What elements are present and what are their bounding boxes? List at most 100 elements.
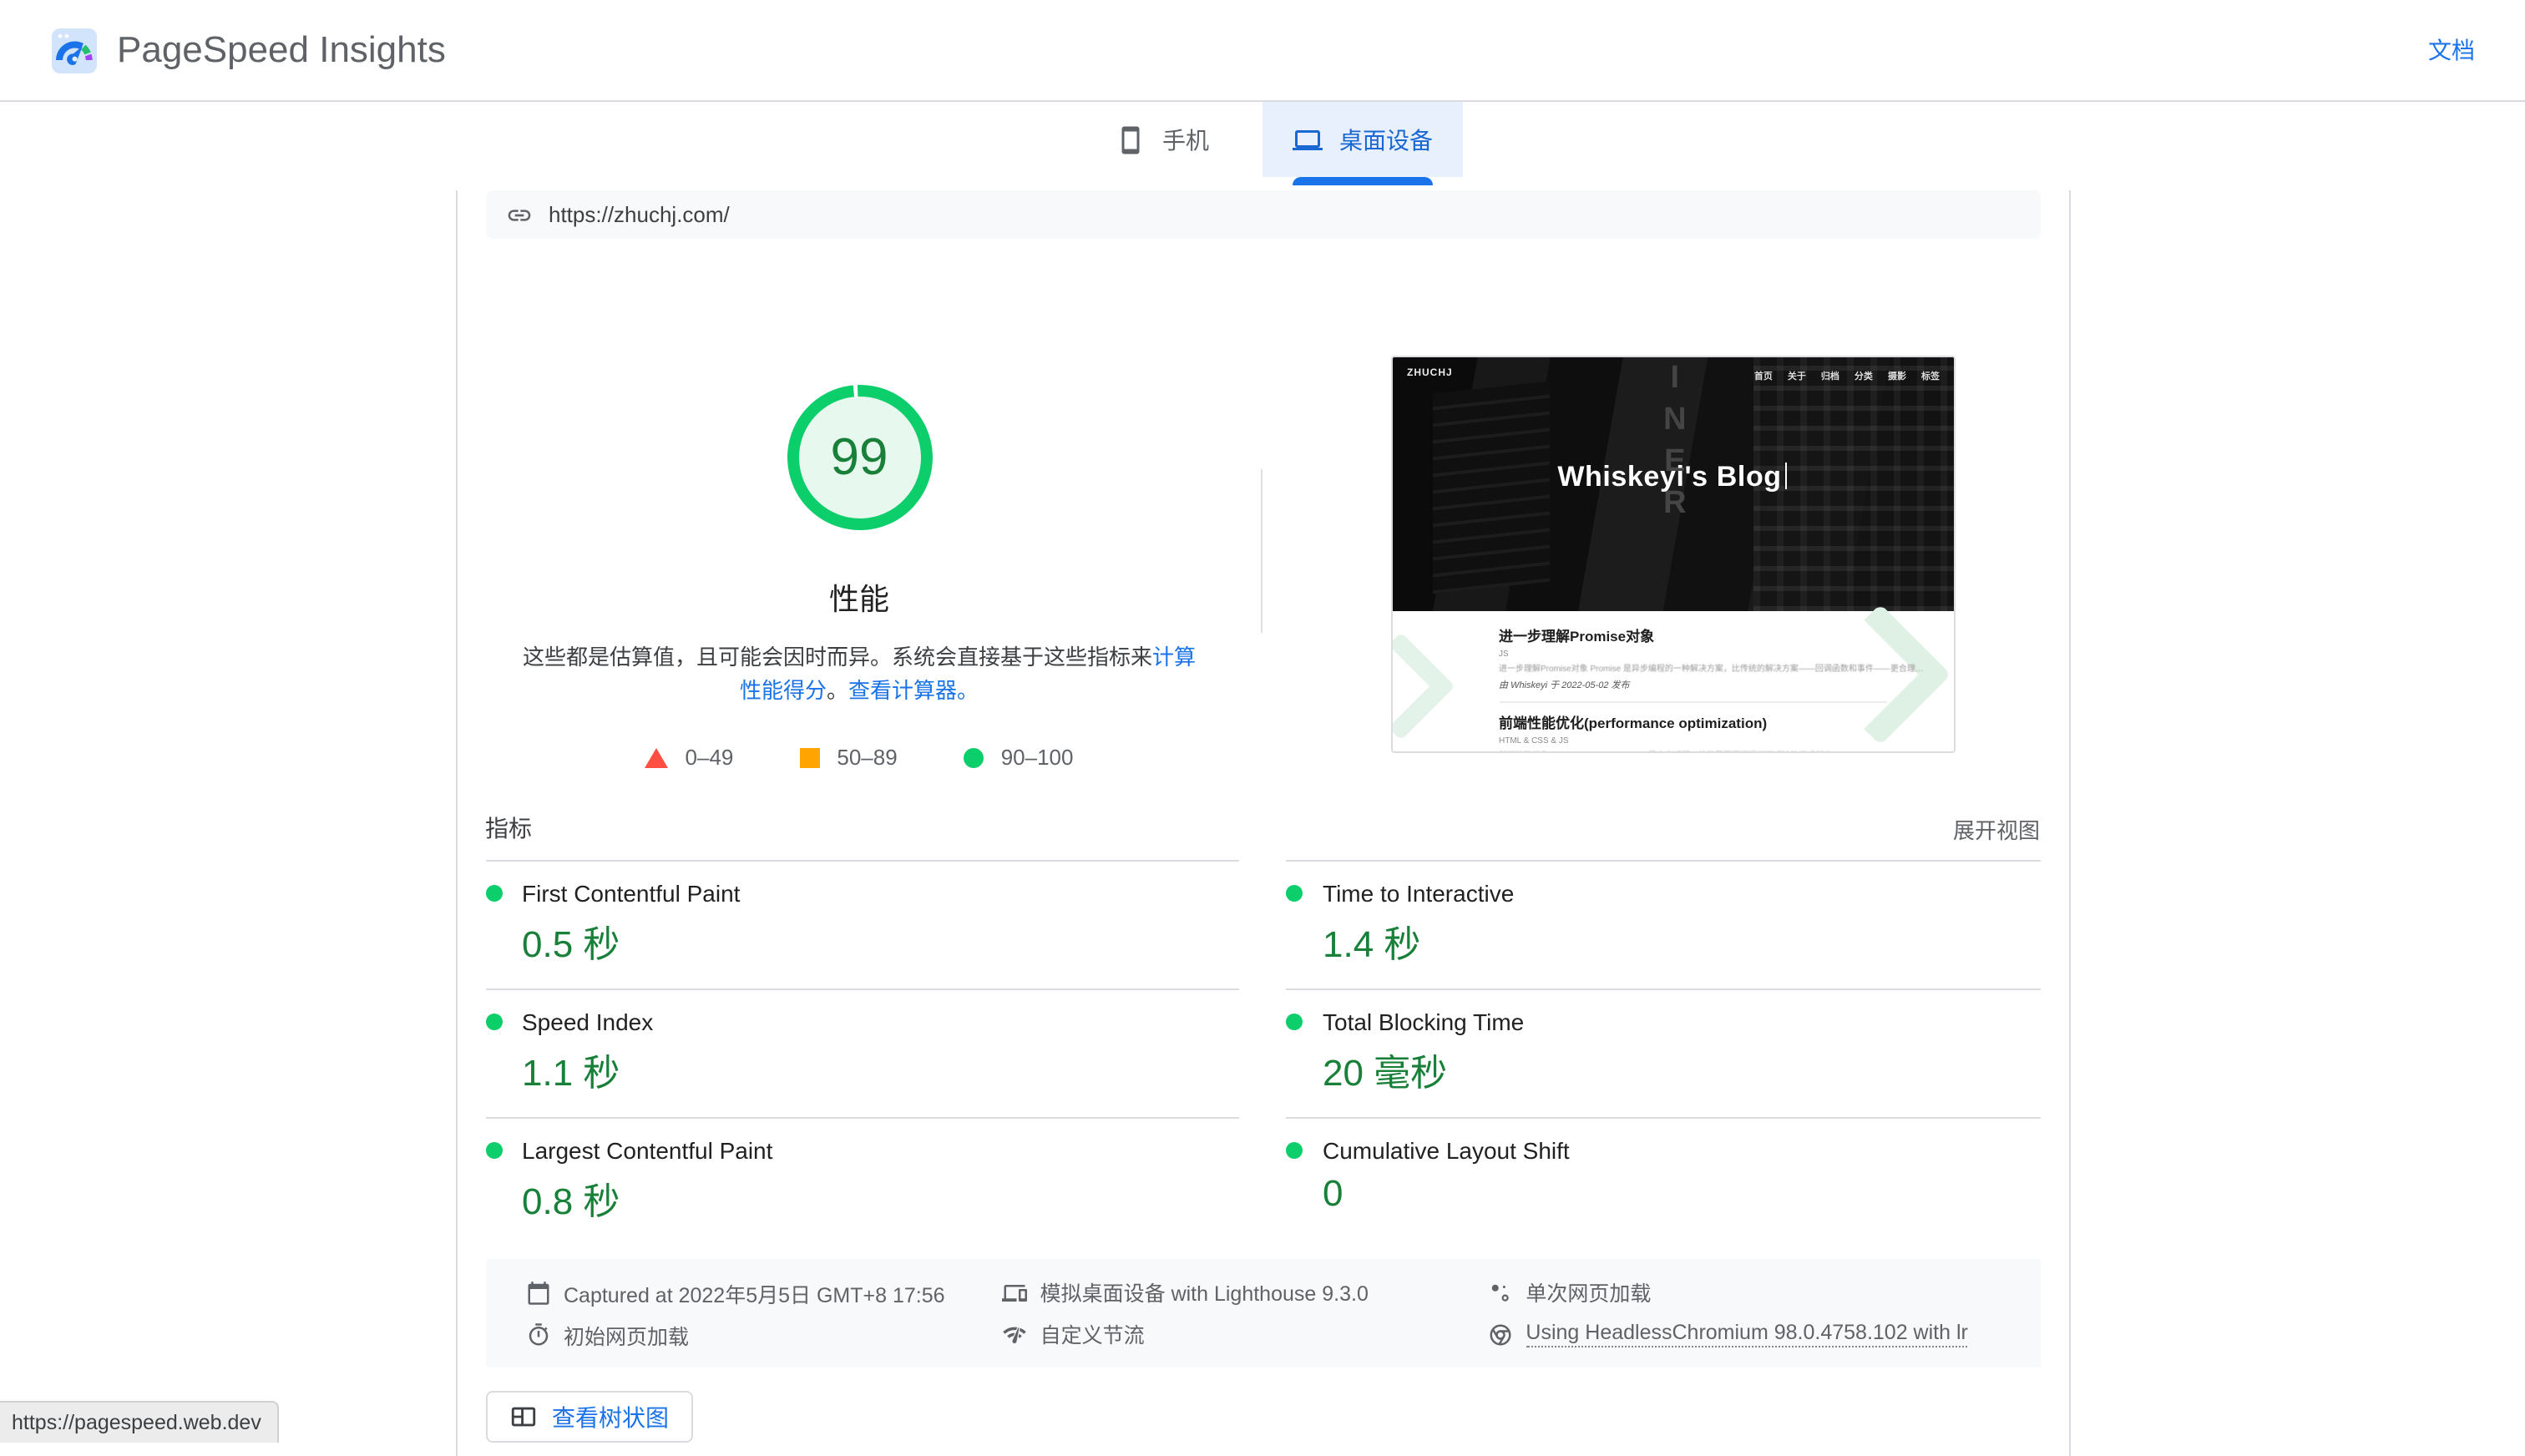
- app-header: PageSpeed Insights 文档: [0, 0, 2525, 102]
- green-ribbon-left: [1392, 631, 1455, 741]
- score-description-sep: 。: [826, 678, 848, 703]
- thumb-nav-tags: 标签: [1920, 372, 1940, 382]
- neon-sign-letters: INER: [1657, 361, 1693, 528]
- red-triangle-icon: [645, 747, 669, 767]
- pagespeed-insights-page: PageSpeed Insights 文档 手机 桌面设备 https://zh…: [0, 0, 2525, 1456]
- active-tab-indicator: [1293, 177, 1433, 185]
- capture-info-bar: Captured at 2022年5月5日 GMT+8 17:56 初始网页加载…: [485, 1259, 2040, 1368]
- post-title: 前端性能优化(performance optimization): [1499, 715, 1768, 731]
- section-divider: [1260, 469, 1262, 633]
- metric-value: 1.4 秒: [1323, 923, 1421, 965]
- initial-page-load: 初始网页加载: [525, 1317, 982, 1351]
- thumbnail-post-2: 前端性能优化(performance optimization) HTML & …: [1499, 713, 1953, 751]
- site-screenshot-thumbnail[interactable]: INER ZHUCHJ 首页 关于 归档 分类 摄影 标签 Whiskeyi's…: [1390, 356, 1955, 753]
- post-tag: JS: [1499, 650, 1509, 660]
- metrics-grid: First Contentful Paint 0.5 秒 Time to Int…: [457, 860, 2068, 1246]
- tab-desktop[interactable]: 桌面设备: [1262, 102, 1463, 185]
- tab-mobile-label: 手机: [1162, 126, 1209, 153]
- smartphone-icon: [1121, 125, 1140, 154]
- performance-summary-section: 99 性能 这些都是估算值，且可能会因时而异。系统会直接基于这些指标来计算性能得…: [457, 239, 2068, 793]
- pass-dot-icon: [485, 1142, 502, 1159]
- metric-value: 0.5 秒: [522, 923, 620, 965]
- post-tag: HTML & CSS & JS: [1499, 736, 1569, 746]
- text-cursor: [1784, 463, 1788, 489]
- thumb-nav-category: 分类: [1854, 372, 1873, 382]
- app-title: PageSpeed Insights: [117, 28, 446, 70]
- calendar-icon: [527, 1281, 549, 1304]
- thumb-nav-archive: 归档: [1820, 372, 1839, 382]
- metric-total-blocking-time: Total Blocking Time 20 毫秒: [1286, 988, 2040, 1117]
- stopwatch-icon: [528, 1322, 548, 1345]
- metric-value: 1.1 秒: [522, 1052, 620, 1094]
- green-circle-icon: [964, 747, 984, 767]
- metric-time-to-interactive: Time to Interactive 1.4 秒: [1286, 860, 2040, 988]
- chrome-icon: [1489, 1323, 1510, 1345]
- performance-label: 性能: [829, 583, 889, 616]
- metrics-section-title: 指标: [485, 815, 532, 842]
- thumbnail-hero-title: Whiskeyi's Blog: [1392, 461, 1953, 494]
- metrics-header-row: 指标 展开视图: [457, 810, 2068, 847]
- metric-cumulative-layout-shift: Cumulative Layout Shift 0: [1286, 1117, 2040, 1246]
- legend-item-pass: 90–100: [964, 745, 1074, 770]
- score-description: 这些都是估算值，且可能会因时而异。系统会直接基于这些指标来计算性能得分。查看计算…: [512, 641, 1207, 708]
- score-column: 99 性能 这些都是估算值，且可能会因时而异。系统会直接基于这些指标来计算性能得…: [457, 239, 1262, 770]
- score-description-text: 这些都是估算值，且可能会因时而异。系统会直接基于这些指标来: [522, 645, 1152, 670]
- legend-fail-label: 0–49: [685, 745, 734, 770]
- thumbnail-site-brand: ZHUCHJ: [1407, 369, 1453, 379]
- view-treemap-button[interactable]: 查看树状图: [485, 1391, 692, 1443]
- thumbnail-hero-photo: INER ZHUCHJ 首页 关于 归档 分类 摄影 标签 Whiskeyi's…: [1392, 357, 1953, 611]
- metric-first-contentful-paint: First Contentful Paint 0.5 秒: [485, 860, 1239, 988]
- post-divider: [1499, 701, 1886, 703]
- pass-dot-icon: [485, 885, 502, 902]
- tab-desktop-label: 桌面设备: [1339, 126, 1433, 153]
- thumbnail-post-1: 进一步理解Promise对象 JS 进一步理解Promise对象 Promise…: [1499, 626, 1953, 691]
- thumb-nav-about: 关于: [1787, 372, 1806, 382]
- treemap-icon: [510, 1407, 535, 1427]
- device-tabs: 手机 桌面设备: [0, 102, 2525, 185]
- metric-value: 0: [1323, 1172, 1343, 1214]
- thumbnail-site-nav: 首页 关于 归档 分类 摄影 标签: [1754, 369, 1940, 382]
- capture-timestamp: Captured at 2022年5月5日 GMT+8 17:56: [525, 1276, 982, 1309]
- legend-item-fail: 0–49: [645, 745, 734, 770]
- pass-dot-icon: [1286, 1014, 1303, 1030]
- pass-dot-icon: [1286, 1142, 1303, 1159]
- view-calculator-link[interactable]: 查看计算器。: [848, 678, 979, 703]
- pagespeed-logo-icon: [52, 28, 97, 73]
- tab-mobile[interactable]: 手机: [1062, 102, 1262, 177]
- legend-average-label: 50–89: [837, 745, 898, 770]
- link-preview-tooltip: https://pagespeed.web.dev: [0, 1401, 280, 1443]
- metric-value: 0.8 秒: [522, 1180, 620, 1222]
- report-card: https://zhuchj.com/ 99 性能 这些都是估算值，且可能会因时…: [455, 190, 2070, 1456]
- post-excerpt: 前端性能优化(performance optimization)是个老话题 性能…: [1499, 750, 1925, 751]
- emulated-device-info[interactable]: 模拟桌面设备 with Lighthouse 9.3.0: [1001, 1276, 1468, 1309]
- view-treemap-label: 查看树状图: [552, 1403, 669, 1430]
- metric-value: 20 毫秒: [1323, 1052, 1448, 1094]
- post-meta: 由 Whiskeyi 于 2022-05-02 发布: [1499, 681, 1630, 691]
- custom-throttling-info[interactable]: 自定义节流: [1002, 1317, 1468, 1351]
- page-loads-icon: [1491, 1283, 1509, 1301]
- score-legend: 0–49 50–89 90–100: [457, 745, 1262, 770]
- pass-dot-icon: [485, 1014, 502, 1030]
- thumb-nav-home: 首页: [1753, 372, 1773, 382]
- devices-icon: [1001, 1284, 1027, 1301]
- metric-largest-contentful-paint: Largest Contentful Paint 0.8 秒: [485, 1117, 1239, 1246]
- performance-gauge[interactable]: 99: [781, 379, 938, 536]
- expand-view-link[interactable]: 展开视图: [1953, 812, 2040, 844]
- legend-pass-label: 90–100: [1000, 745, 1074, 770]
- post-title: 进一步理解Promise对象: [1499, 628, 1655, 645]
- single-page-load-info[interactable]: 单次网页加载: [1487, 1276, 2000, 1309]
- link-icon: [507, 209, 530, 220]
- network-icon: [1002, 1326, 1026, 1342]
- legend-item-average: 50–89: [800, 745, 898, 770]
- orange-square-icon: [800, 747, 821, 767]
- post-excerpt: 进一步理解Promise对象 Promise 是异步编程的一种解决方案，比传统的…: [1499, 665, 1924, 675]
- laptop-icon: [1293, 129, 1323, 149]
- thumb-nav-photo: 摄影: [1887, 372, 1906, 382]
- analyzed-url: https://zhuchj.com/: [549, 202, 730, 227]
- analyzed-url-bar: https://zhuchj.com/: [485, 190, 2040, 239]
- thumbnail-post-list: 进一步理解Promise对象 JS 进一步理解Promise对象 Promise…: [1392, 604, 1953, 751]
- browser-version-info[interactable]: Using HeadlessChromium 98.0.4758.102 wit…: [1487, 1317, 2000, 1351]
- performance-score: 99: [830, 427, 888, 486]
- docs-link[interactable]: 文档: [2428, 33, 2475, 67]
- metric-speed-index: Speed Index 1.1 秒: [485, 988, 1239, 1117]
